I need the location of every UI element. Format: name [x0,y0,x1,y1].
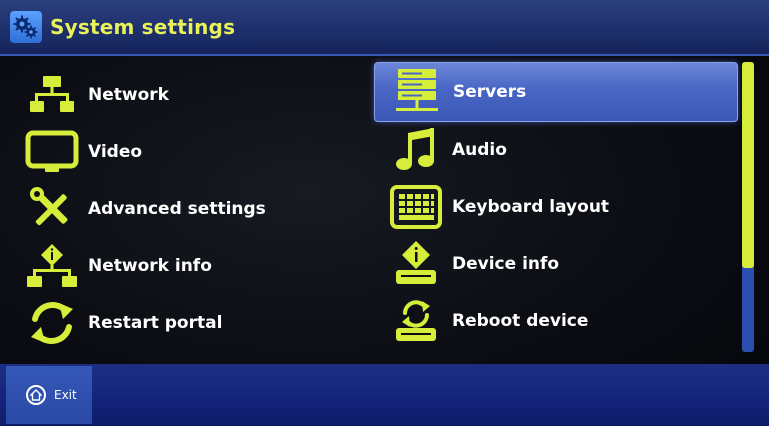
page-title: System settings [50,15,236,39]
exit-label: Exit [54,388,77,402]
menu-item-label: Keyboard layout [452,197,610,217]
menu-item-network[interactable]: Network [0,68,360,122]
menu-item-label: Device info [452,254,560,274]
footer-bar [0,364,769,426]
menu-item-label: Network [88,85,169,105]
exit-button[interactable]: Exit [6,366,92,424]
menu-item-label: Advanced settings [88,199,266,219]
menu-item-label: Audio [452,140,507,160]
tv-screen: System settings Network Video Advanced s… [0,0,769,426]
menu-item-label: Servers [453,82,527,102]
menu-item-device-info[interactable]: Device info [386,237,738,291]
menu-item-label: Restart portal [88,313,223,333]
scrollbar-thumb[interactable] [742,62,754,268]
network-info-icon [22,240,82,292]
network-icon [22,69,82,121]
header-bar: System settings [0,0,769,56]
menu-item-label: Network info [88,256,212,276]
music-note-icon [386,124,446,176]
menu-item-advanced-settings[interactable]: Advanced settings [0,182,360,236]
menu-item-reboot-device[interactable]: Reboot device [386,294,738,348]
menu-item-label: Video [88,142,143,162]
refresh-icon [22,297,82,349]
device-info-icon [386,238,446,290]
menu-item-keyboard-layout[interactable]: Keyboard layout [386,180,738,234]
menu-item-label: Reboot device [452,311,589,331]
menu-item-audio[interactable]: Audio [386,123,738,177]
keyboard-icon [386,181,446,233]
gears-icon [10,11,42,43]
monitor-icon [22,126,82,178]
menu-item-video[interactable]: Video [0,125,360,179]
home-icon [26,385,46,405]
menu-item-restart-portal[interactable]: Restart portal [0,296,360,350]
menu-item-network-info[interactable]: Network info [0,239,360,293]
server-icon [387,66,447,118]
tools-icon [22,183,82,235]
menu-item-servers[interactable]: Servers [374,62,738,122]
reboot-icon [386,295,446,347]
